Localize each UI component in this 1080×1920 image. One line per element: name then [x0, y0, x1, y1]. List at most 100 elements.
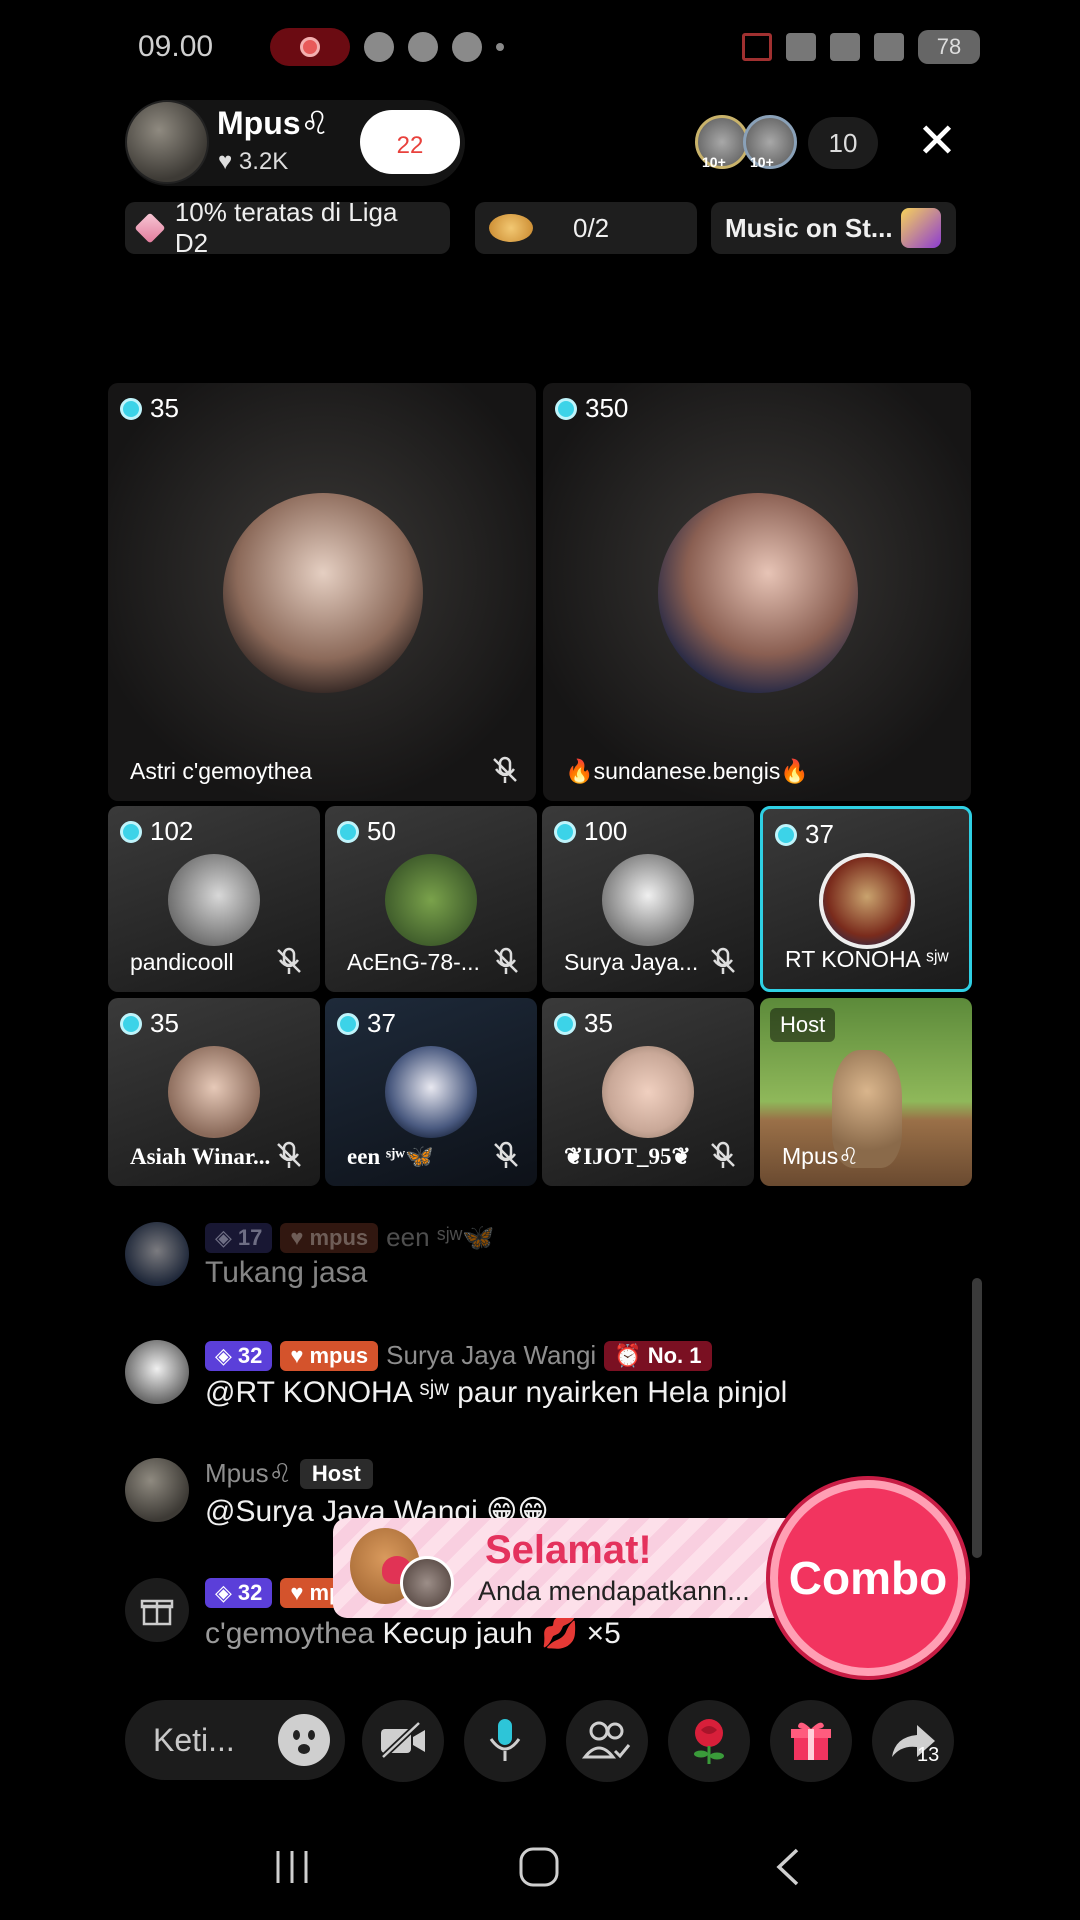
- chat-scrollbar[interactable]: [972, 1278, 982, 1558]
- guest-coin-count: 37: [337, 1008, 396, 1039]
- viewer-count[interactable]: 10: [808, 117, 878, 169]
- guest-tile[interactable]: 35 Asiah Winar...: [108, 998, 320, 1186]
- top-viewer-avatar[interactable]: 10+: [695, 115, 749, 170]
- clock-icon: ⏰: [614, 1342, 648, 1368]
- guest-avatar: [602, 1046, 694, 1138]
- guest-name: pandicooll: [130, 949, 234, 975]
- viewer-rank-badge: 10+: [702, 154, 726, 170]
- home-icon: [519, 1847, 559, 1887]
- chat-username[interactable]: Mpus♌: [205, 1458, 292, 1489]
- battery-level: 78: [936, 34, 962, 59]
- league-rank-chip[interactable]: 10% teratas di Liga D2: [125, 197, 450, 258]
- mic-muted-icon: [277, 1141, 301, 1168]
- heart-icon: ♥: [218, 148, 233, 175]
- guest-name: Surya Jaya...: [564, 949, 699, 975]
- mic-muted-icon: [277, 947, 301, 974]
- top-viewers[interactable]: 10+ 10+: [695, 115, 797, 170]
- guest-coin-count: 37: [775, 819, 834, 850]
- guest-tile[interactable]: 37 een ˢʲʷ🦋: [325, 998, 537, 1186]
- top-viewer-avatar[interactable]: 10+: [743, 115, 797, 170]
- rank-value: No. 1: [647, 1342, 702, 1368]
- chat-username[interactable]: c'gemoythea: [205, 1617, 374, 1650]
- guest-tile[interactable]: 35 ❦IJOT_95❦: [542, 998, 754, 1186]
- camera-off-icon: [380, 1721, 425, 1760]
- guest-tile[interactable]: 35 Astri c'gemoythea: [108, 383, 536, 801]
- guest-name: RT KONOHA ˢʲʷ: [785, 946, 949, 972]
- host-avatar[interactable]: [125, 100, 209, 184]
- go-app-icon: [452, 32, 482, 62]
- combo-button[interactable]: Combo: [770, 1480, 966, 1676]
- guest-tile[interactable]: 350 🔥sundanese.bengis🔥: [543, 383, 971, 801]
- chat-username[interactable]: een ˢʲʷ🦋: [386, 1222, 494, 1253]
- gift-button[interactable]: [770, 1700, 852, 1782]
- guest-avatar: [223, 493, 423, 693]
- congrats-title: Selamat!: [485, 1528, 652, 1572]
- level-badge: ◈ 32: [205, 1340, 273, 1371]
- coin-icon: [555, 397, 577, 420]
- guest-tile[interactable]: 50 AcEnG-78-...: [325, 806, 537, 992]
- status-right-icons: 78: [742, 30, 980, 64]
- guest-avatar: [385, 854, 477, 946]
- guests-button[interactable]: [566, 1700, 648, 1782]
- guest-count-value: 100: [584, 816, 628, 846]
- music-chip[interactable]: Music on St...: [711, 202, 956, 254]
- rose-icon: [694, 1719, 724, 1764]
- more-notifications-icon: [496, 43, 504, 51]
- host-name: Mpus♌: [217, 105, 330, 141]
- rose-gift-button[interactable]: [668, 1700, 750, 1782]
- gift-icon: [125, 1578, 189, 1642]
- guest-count-value: 350: [585, 393, 629, 423]
- mic-muted-icon: [494, 1141, 518, 1168]
- wifi-icon: [830, 33, 860, 61]
- back-button[interactable]: [758, 1842, 818, 1892]
- recent-apps-button[interactable]: [262, 1842, 322, 1892]
- close-icon[interactable]: ✕: [912, 118, 962, 168]
- guest-name: AcEnG-78-...: [347, 949, 480, 975]
- chat-avatar[interactable]: [125, 1458, 189, 1522]
- guest-avatar: [385, 1046, 477, 1138]
- guest-coin-count: 350: [555, 393, 628, 424]
- guest-tile[interactable]: 102 pandicooll: [108, 806, 320, 992]
- cast-icon: [742, 33, 772, 61]
- follow-button[interactable]: 22: [360, 110, 460, 174]
- chat-meta: ◈ 32 ♥ mpus Surya Jaya Wangi ⏰ No. 1: [205, 1340, 712, 1371]
- planet-icon: [489, 214, 533, 242]
- planet-goal-chip[interactable]: 0/2: [475, 202, 697, 254]
- host-tile[interactable]: Host Mpus♌: [760, 998, 972, 1186]
- home-button[interactable]: [509, 1842, 569, 1892]
- screen-record-icon: [270, 28, 350, 66]
- guest-coin-count: 50: [337, 816, 396, 847]
- guest-avatar: [168, 1046, 260, 1138]
- guest-tile-active-speaker[interactable]: 37 RT KONOHA ˢʲʷ: [760, 806, 972, 992]
- guest-name: Mpus♌: [782, 1143, 859, 1169]
- guest-name: ❦IJOT_95❦: [564, 1144, 691, 1169]
- mic-button[interactable]: [464, 1700, 546, 1782]
- mic-muted-icon: [493, 756, 517, 783]
- status-left-icons: [270, 28, 504, 66]
- coin-icon: [120, 820, 142, 843]
- coin-icon: [337, 1012, 359, 1035]
- chat-text: c'gemoythea Kecup jauh 💋 ×5: [205, 1616, 621, 1651]
- chat-username[interactable]: Surya Jaya Wangi: [386, 1340, 596, 1371]
- chat-text: @RT KONOHA ˢʲʷ paur nyairken Hela pinjol: [205, 1376, 788, 1409]
- chat-app-icon: [408, 32, 438, 62]
- guest-count-value: 35: [150, 393, 179, 423]
- music-gift-icon: [900, 208, 941, 248]
- chat-avatar[interactable]: [125, 1222, 189, 1286]
- fan-club-badge: ♥mpus: [280, 1340, 379, 1371]
- chat-avatar[interactable]: [125, 1340, 189, 1404]
- congrats-subtitle: Anda mendapatkann...: [478, 1576, 750, 1606]
- guest-tile[interactable]: 100 Surya Jaya...: [542, 806, 754, 992]
- guest-name: Astri c'gemoythea: [130, 758, 313, 784]
- level-badge: ◈ 32: [205, 1578, 273, 1608]
- diamond-icon: ◈: [215, 1342, 232, 1368]
- viewer-rank-badge: 10+: [750, 154, 774, 170]
- share-button[interactable]: [872, 1700, 954, 1782]
- guest-count-value: 102: [150, 816, 194, 846]
- level-value: 32: [237, 1580, 263, 1605]
- recent-apps-icon: [276, 1851, 308, 1883]
- emoji-icon[interactable]: [278, 1714, 330, 1766]
- microphone-icon: [489, 1719, 521, 1761]
- chat-meta: ◈ 17 ♥ mpus een ˢʲʷ🦋: [205, 1222, 495, 1253]
- camera-off-button[interactable]: [362, 1700, 444, 1782]
